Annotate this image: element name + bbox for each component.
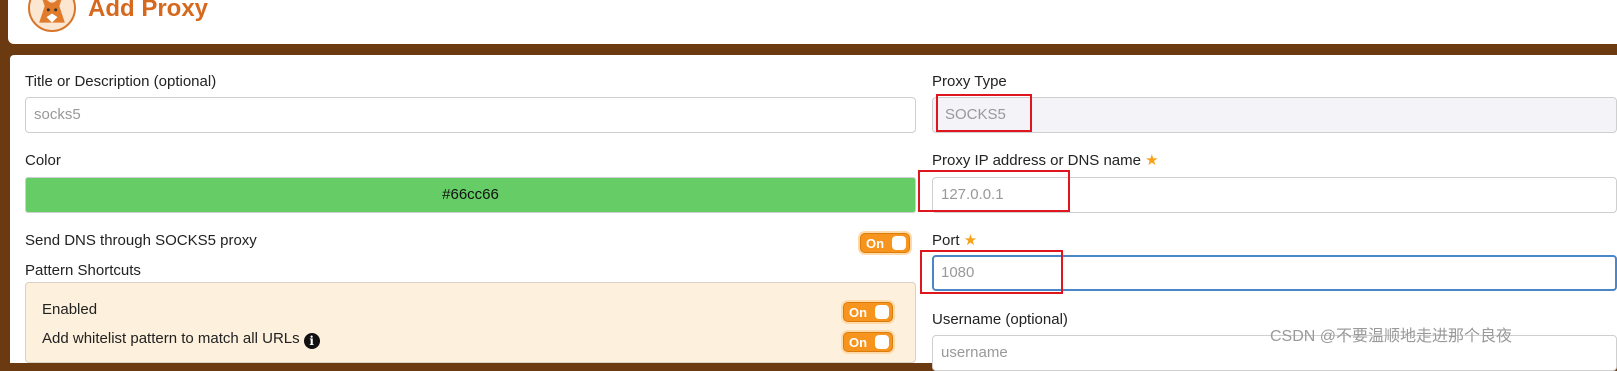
send-dns-label: Send DNS through SOCKS5 proxy: [25, 232, 257, 249]
annotation-box-port: [920, 250, 1063, 294]
enabled-toggle-label: On: [849, 305, 868, 320]
page-title: Add Proxy: [88, 0, 209, 22]
annotation-box-proxy-ip: [918, 170, 1070, 212]
whitelist-row: Add whitelist pattern to match all URLs i: [42, 330, 320, 349]
port-label-row: Port ★: [932, 232, 977, 250]
enabled-toggle[interactable]: On: [843, 302, 893, 322]
proxy-ip-label-row: Proxy IP address or DNS name ★: [932, 152, 1159, 170]
star-icon: ★: [1145, 152, 1159, 169]
send-dns-toggle[interactable]: On: [860, 233, 910, 253]
pattern-shortcuts-label: Pattern Shortcuts: [25, 262, 141, 279]
pattern-shortcuts-panel: [25, 282, 916, 363]
app-header: Add Proxy: [8, 0, 1617, 44]
whitelist-toggle[interactable]: On: [843, 332, 893, 352]
send-dns-toggle-label: On: [866, 236, 885, 251]
toggle-knob: [875, 335, 889, 349]
proxy-type-label: Proxy Type: [932, 73, 1007, 90]
whitelist-toggle-label: On: [849, 335, 868, 350]
proxy-type-select[interactable]: SOCKS5: [932, 97, 1617, 133]
proxy-ip-label: Proxy IP address or DNS name: [932, 152, 1141, 169]
color-picker[interactable]: #66cc66: [25, 177, 916, 213]
star-icon: ★: [963, 232, 978, 249]
username-label: Username (optional): [932, 311, 1068, 328]
fox-logo-icon: [28, 0, 76, 32]
toggle-knob: [875, 305, 889, 319]
info-circle-icon[interactable]: i: [303, 333, 320, 349]
title-input[interactable]: socks5: [25, 97, 916, 133]
toggle-knob: [892, 236, 906, 250]
whitelist-label: Add whitelist pattern to match all URLs: [42, 330, 300, 347]
annotation-box-proxy-type: [936, 94, 1032, 132]
watermark: CSDN @不要温顺地走进那个良夜: [1270, 328, 1513, 345]
color-field-label: Color: [25, 152, 61, 169]
port-label: Port: [932, 232, 960, 249]
title-field-label: Title or Description (optional): [25, 73, 217, 90]
enabled-label: Enabled: [42, 301, 98, 318]
